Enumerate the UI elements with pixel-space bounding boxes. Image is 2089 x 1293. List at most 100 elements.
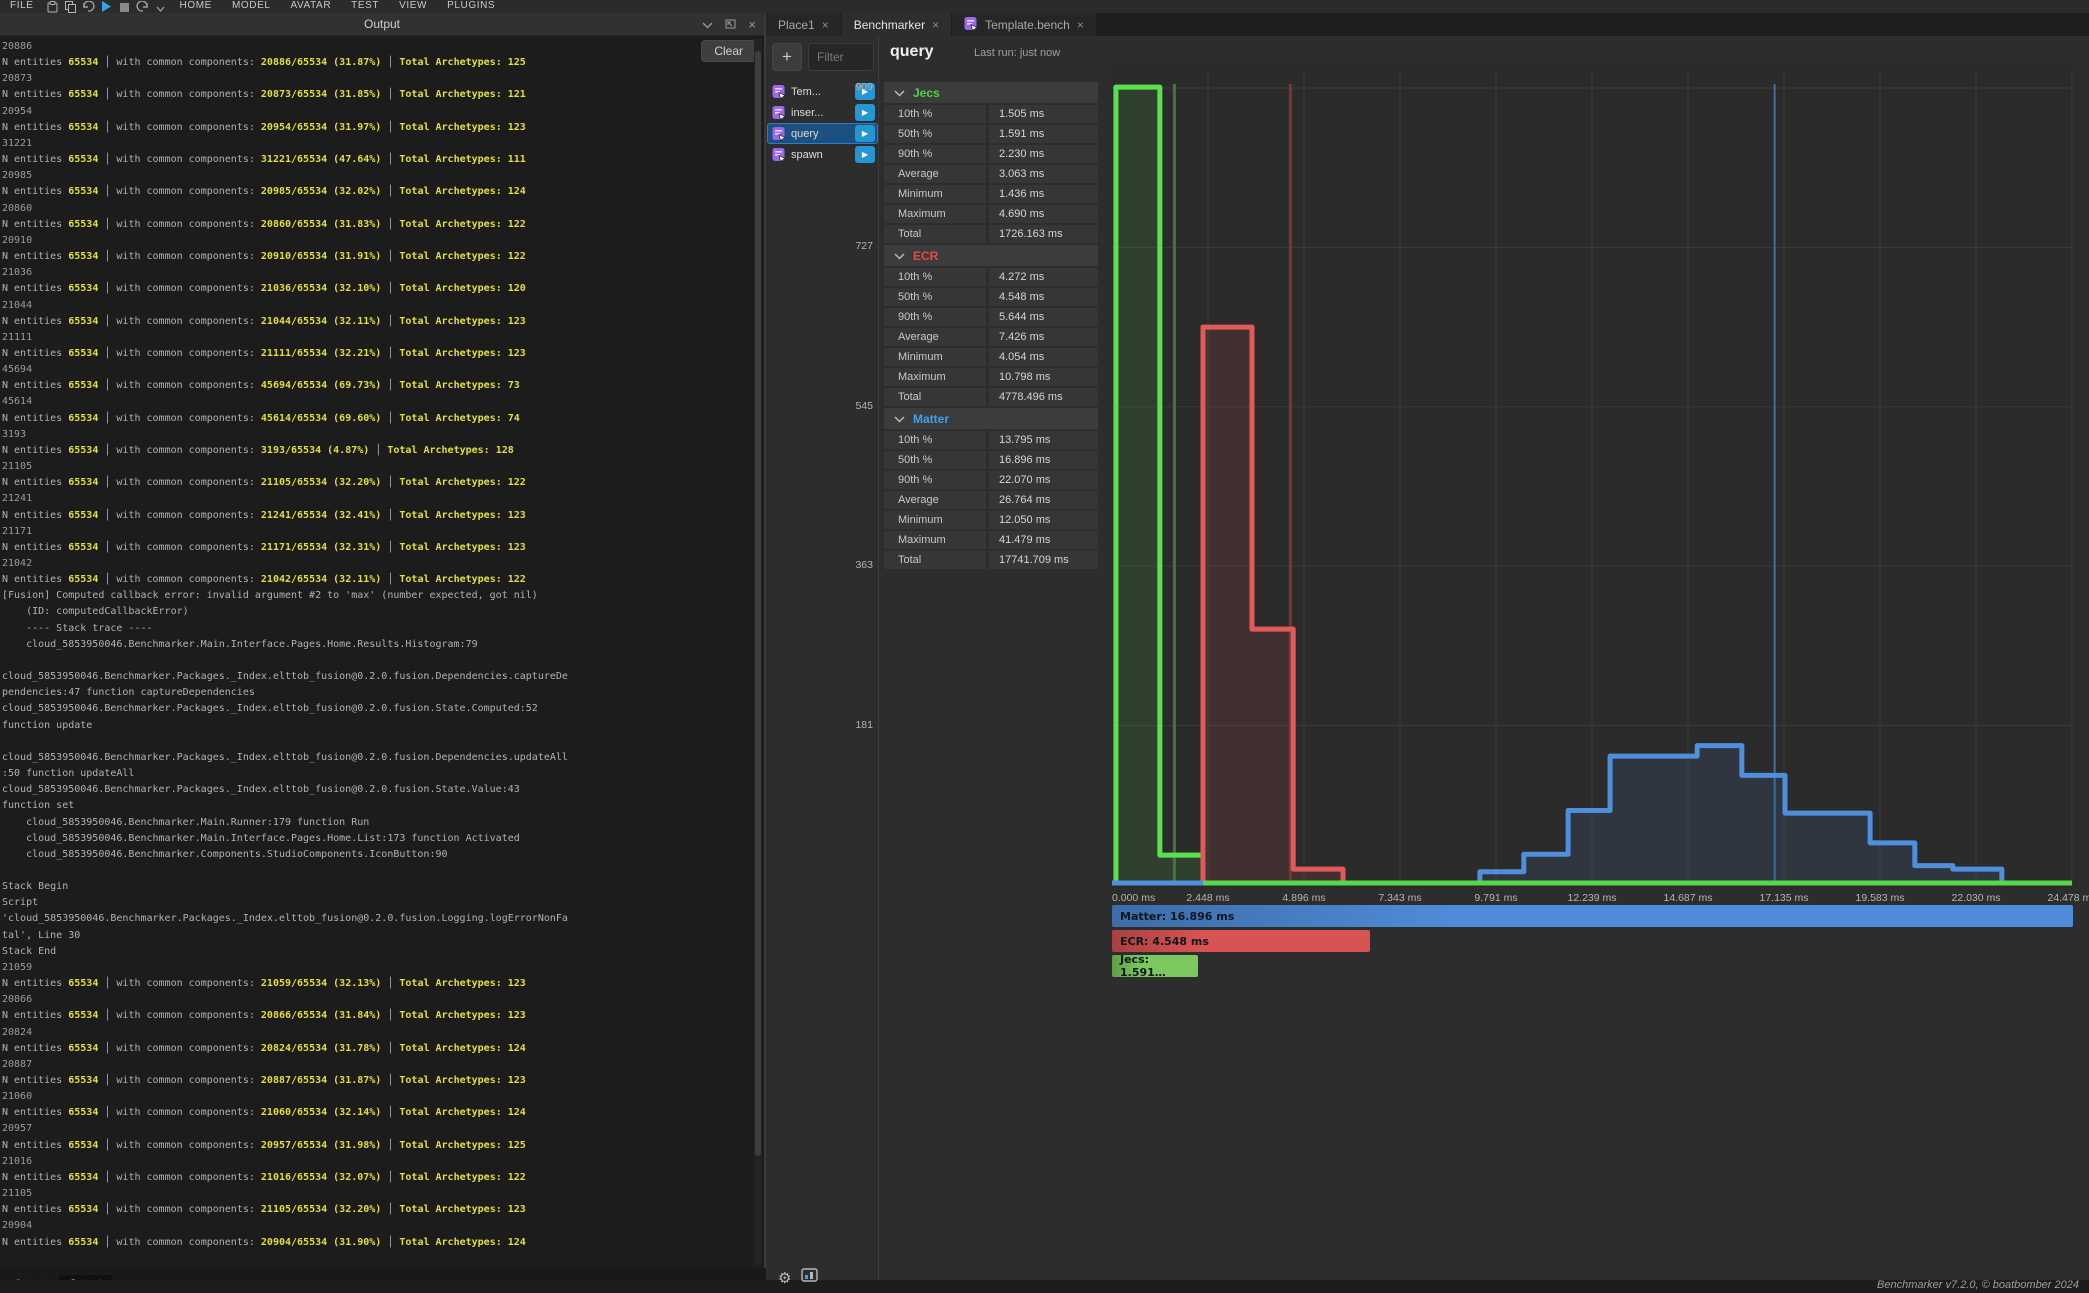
log-line: N entities 65534 │ with common component… <box>2 540 754 556</box>
log-line: 20910 <box>2 233 754 249</box>
legend-bar-matter: Matter: 16.896 ms <box>1112 905 2073 927</box>
stat-value: 1.591 ms <box>989 125 1098 143</box>
stats-section-ecr[interactable]: ECR <box>884 245 1098 266</box>
close-icon[interactable]: × <box>1077 18 1084 32</box>
log-line <box>2 653 754 669</box>
menu-view[interactable]: VIEW <box>389 0 437 13</box>
gear-icon[interactable]: ⚙ <box>778 1269 791 1287</box>
tab-benchmarker[interactable]: Benchmarker× <box>842 13 951 36</box>
close-icon[interactable]: × <box>932 18 939 32</box>
x-tick-label: 2.448 ms <box>1186 892 1229 904</box>
log-line: N entities 65534 │ with common component… <box>2 281 754 297</box>
benchmarker-window: + Filter Tem...▶inser...▶query▶spawn▶ qu… <box>766 36 2089 1280</box>
stat-value: 2.230 ms <box>989 145 1098 163</box>
stat-label: Average <box>884 491 986 509</box>
output-log[interactable]: 20886N entities 65534 │ with common comp… <box>2 39 754 1265</box>
stat-label: 50th % <box>884 125 986 143</box>
stat-value: 5.644 ms <box>989 308 1098 326</box>
x-tick-label: 9.791 ms <box>1474 892 1517 904</box>
log-line: 21241 <box>2 491 754 507</box>
stat-value: 16.896 ms <box>989 451 1098 469</box>
plugin-footer-icons: ⚙ <box>778 1268 818 1287</box>
log-line: 21016 <box>2 1154 754 1170</box>
sidebar-item-inser[interactable]: inser...▶ <box>768 103 877 122</box>
stats-row: 50th %16.896 ms <box>884 451 1098 469</box>
paste-icon[interactable] <box>44 0 62 13</box>
log-line: N entities 65534 │ with common component… <box>2 1170 754 1186</box>
scrollbar-thumb[interactable] <box>755 51 761 1156</box>
close-icon[interactable]: × <box>822 18 829 32</box>
stats-row: 90th %5.644 ms <box>884 308 1098 326</box>
legend-bar-ecr: ECR: 4.548 ms <box>1112 930 1370 952</box>
log-line: N entities 65534 │ with common component… <box>2 55 754 71</box>
benchmark-label: query <box>791 128 850 140</box>
output-scrollbar[interactable] <box>754 39 762 1265</box>
run-benchmark-button[interactable]: ▶ <box>855 125 875 142</box>
log-line: N entities 65534 │ with common component… <box>2 378 754 394</box>
stat-value: 1.436 ms <box>989 185 1098 203</box>
tab-label: Place1 <box>778 18 815 32</box>
output-panel-header[interactable]: Output × <box>0 13 764 36</box>
tab-template-bench[interactable]: Template.bench× <box>952 13 1096 36</box>
chevron-down-icon[interactable] <box>152 0 170 13</box>
log-line: cloud_5853950046.Benchmarker.Main.Interf… <box>2 637 754 653</box>
log-line: 45614 <box>2 394 754 410</box>
reset-icon[interactable] <box>134 0 152 13</box>
stats-row: 10th %4.272 ms <box>884 268 1098 286</box>
log-line: 20985 <box>2 168 754 184</box>
stats-monitor-icon[interactable] <box>801 1268 818 1287</box>
chevron-down-icon <box>894 249 905 263</box>
tab-place1[interactable]: Place1 × <box>766 13 841 36</box>
sidebar-item-spawn[interactable]: spawn ▶ <box>768 145 877 164</box>
log-line: Stack End <box>2 944 754 960</box>
chevron-down-icon[interactable] <box>702 18 713 32</box>
stat-label: Minimum <box>884 511 986 529</box>
benchmark-label: spawn <box>791 149 850 161</box>
log-line: cloud_5853950046.Benchmarker.Main.Interf… <box>2 831 754 847</box>
run-benchmark-button[interactable]: ▶ <box>855 104 875 121</box>
filter-input[interactable]: Filter <box>808 43 874 71</box>
log-line: 20873 <box>2 71 754 87</box>
stats-row: Total1726.163 ms <box>884 225 1098 243</box>
menu-home[interactable]: HOME <box>170 0 222 13</box>
log-line: Stack Begin <box>2 879 754 895</box>
menu-test[interactable]: TEST <box>341 0 389 13</box>
stats-section-jecs[interactable]: Jecs <box>884 82 1098 103</box>
play-icon[interactable] <box>98 0 116 13</box>
close-icon[interactable]: × <box>748 17 756 32</box>
stats-row: 10th %1.505 ms <box>884 105 1098 123</box>
sidebar-item-query[interactable]: query ▶ <box>768 124 877 143</box>
log-line: 20957 <box>2 1121 754 1137</box>
log-line: N entities 65534 │ with common component… <box>2 976 754 992</box>
stats-row: 90th %22.070 ms <box>884 471 1098 489</box>
popout-icon[interactable] <box>725 18 736 32</box>
stats-row: Maximum41.479 ms <box>884 531 1098 549</box>
run-benchmark-button[interactable]: ▶ <box>855 146 875 163</box>
log-line: N entities 65534 │ with common component… <box>2 1235 754 1251</box>
log-line: 20866 <box>2 992 754 1008</box>
stats-row: 50th %4.548 ms <box>884 288 1098 306</box>
y-tick-label: 363 <box>833 559 873 571</box>
stats-row: Maximum10.798 ms <box>884 368 1098 386</box>
status-bar <box>0 1280 2089 1293</box>
log-line: N entities 65534 │ with common component… <box>2 508 754 524</box>
menu-model[interactable]: MODEL <box>222 0 281 13</box>
add-benchmark-button[interactable]: + <box>772 43 802 71</box>
y-tick-label: 727 <box>833 240 873 252</box>
log-line: cloud_5853950046.Benchmarker.Components.… <box>2 847 754 863</box>
stat-value: 3.063 ms <box>989 165 1098 183</box>
log-line: N entities 65534 │ with common component… <box>2 87 754 103</box>
log-line: N entities 65534 │ with common component… <box>2 411 754 427</box>
file-menu[interactable]: FILE <box>0 0 44 13</box>
menu-plugins[interactable]: PLUGINS <box>437 0 505 13</box>
stat-value: 13.795 ms <box>989 431 1098 449</box>
menu-avatar[interactable]: AVATAR <box>281 0 342 13</box>
copy-icon[interactable] <box>62 0 80 13</box>
undo-icon[interactable] <box>80 0 98 13</box>
stop-icon[interactable] <box>116 0 134 13</box>
stats-section-matter[interactable]: Matter <box>884 408 1098 429</box>
stat-label: Minimum <box>884 348 986 366</box>
top-toolbar: FILE HOMEMODELAVATARTESTVIEWPLUGINS <box>0 0 2089 13</box>
last-run-label: Last run: just now <box>974 47 1060 59</box>
log-line: N entities 65534 │ with common component… <box>2 346 754 362</box>
